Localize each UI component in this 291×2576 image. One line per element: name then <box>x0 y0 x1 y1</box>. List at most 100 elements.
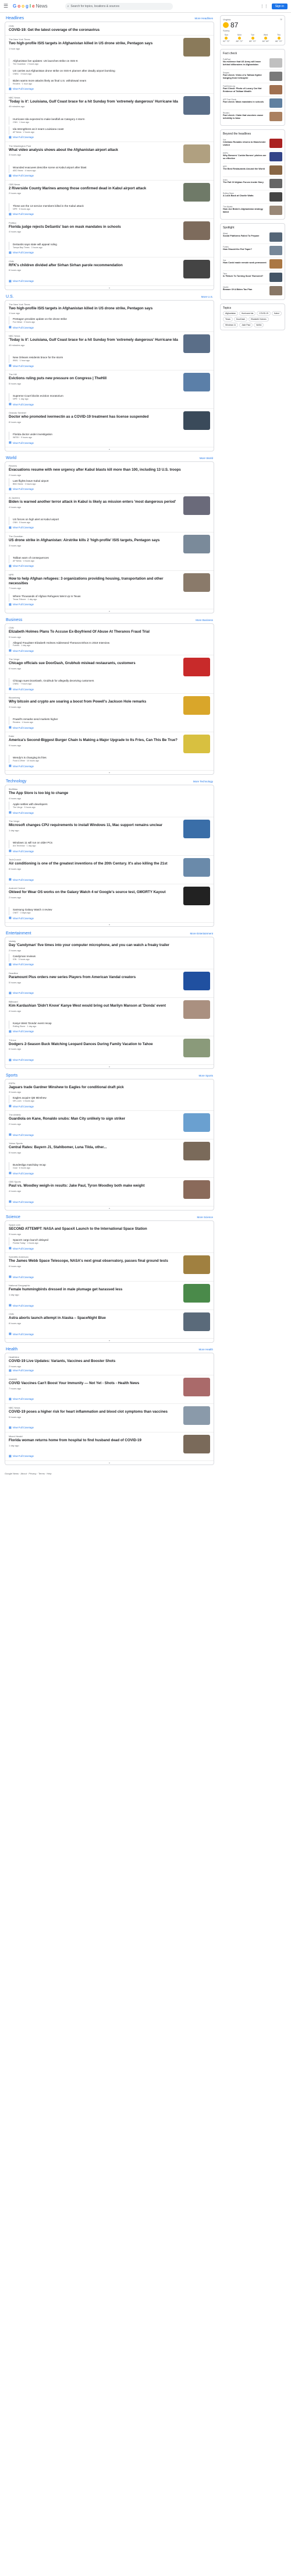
topic-chip[interactable]: DoorDash <box>233 317 248 322</box>
story-thumbnail[interactable] <box>183 1377 210 1396</box>
story-source[interactable]: The Verge <box>9 820 180 823</box>
weather-unit[interactable]: °F <box>280 18 282 21</box>
full-coverage-label[interactable]: View Full Coverage <box>13 1058 34 1061</box>
side-item-thumbnail[interactable] <box>269 152 282 161</box>
full-coverage-label[interactable]: View Full Coverage <box>13 1276 34 1279</box>
story-thumbnail[interactable] <box>183 573 210 592</box>
story-card[interactable]: CNN Astra aborts launch attempt in Alaska… <box>5 1310 214 1339</box>
full-coverage-label[interactable]: View Full Coverage <box>13 1201 34 1204</box>
full-coverage-label[interactable]: View Full Coverage <box>13 917 34 920</box>
story-source[interactable]: CNN <box>9 626 210 629</box>
story-card[interactable]: The Guardian US drone strike in Afghanist… <box>5 532 214 571</box>
expand-chevron-icon[interactable]: ⌄ <box>5 923 214 926</box>
sub-story[interactable]: Bundesliga matchday recap Goal · 6 hours … <box>9 1162 210 1171</box>
story-headline[interactable]: Day 'Candyman' five times into your comp… <box>9 943 210 948</box>
story-source[interactable]: NBC News <box>9 1406 180 1409</box>
story-source[interactable]: CNN <box>9 260 180 263</box>
full-coverage-label[interactable]: View Full Coverage <box>13 1333 34 1336</box>
story-headline[interactable]: Chicago officials sue DoorDash, Grubhub … <box>9 661 180 666</box>
side-item-thumbnail[interactable] <box>269 112 282 121</box>
story-thumbnail[interactable] <box>183 334 210 354</box>
sub-story[interactable]: US carries out Afghanistan drone strike … <box>9 68 210 76</box>
logo[interactable]: Google News <box>13 3 48 9</box>
side-item[interactable]: ESPN Why Brewers' Corbin Burnes' pitches … <box>223 150 282 164</box>
topic-chip[interactable]: Kabul <box>271 311 282 316</box>
story-card[interactable]: The Hill Evictions ruling puts new pressu… <box>5 370 214 410</box>
side-item[interactable]: Forbes How Should the Fed Taper? <box>223 244 282 257</box>
full-coverage-label[interactable]: View Full Coverage <box>13 174 34 177</box>
side-item-headline[interactable]: No evidence that US Army will leave behi… <box>223 61 268 66</box>
story-source[interactable]: The New York Times <box>9 303 210 306</box>
story-headline[interactable]: 'Today is it': Louisiana, Gulf Coast bra… <box>9 100 180 104</box>
story-card[interactable]: CNN COVID-19: Get the latest coverage of … <box>5 22 214 36</box>
full-coverage-link[interactable]: ▦ View Full Coverage <box>9 1133 210 1137</box>
story-headline[interactable]: Jaguars trade Gardner Minshew to Eagles … <box>9 1085 210 1090</box>
story-source[interactable]: TVLine <box>9 1039 180 1042</box>
story-headline[interactable]: SECOND ATTEMPT: NASA and SpaceX Launch t… <box>9 1227 210 1231</box>
full-coverage-link[interactable]: ▦ View Full Coverage <box>9 811 210 814</box>
story-thumbnail[interactable] <box>183 858 210 877</box>
side-item-headline[interactable]: Is 'Return To Turning Soon' Rumored? <box>223 275 268 278</box>
story-source[interactable]: CNN <box>9 24 210 27</box>
full-coverage-link[interactable]: ▦ View Full Coverage <box>9 1455 210 1458</box>
full-coverage-label[interactable]: View Full Coverage <box>13 726 34 729</box>
story-source[interactable]: Android Central <box>9 887 180 890</box>
full-coverage-label[interactable]: View Full Coverage <box>13 213 34 216</box>
sub-story[interactable]: Windows 11 will run on older PCs Ars Tech… <box>9 840 210 849</box>
full-coverage-label[interactable]: View Full Coverage <box>13 1172 34 1175</box>
full-coverage-link[interactable]: ▦ View Full Coverage <box>9 1247 210 1250</box>
full-coverage-link[interactable]: ▦ View Full Coverage <box>9 764 210 768</box>
story-thumbnail[interactable] <box>183 96 210 115</box>
full-coverage-label[interactable]: View Full Coverage <box>13 1105 34 1108</box>
sub-story[interactable]: Afghanistan live updates: US launches st… <box>9 58 210 66</box>
story-source[interactable]: Deadline <box>9 972 180 975</box>
story-source[interactable]: Space.com <box>9 1223 210 1226</box>
full-coverage-link[interactable]: ▦ View Full Coverage <box>9 280 210 283</box>
full-coverage-link[interactable]: ▦ View Full Coverage <box>9 849 210 853</box>
story-card[interactable]: Bloomberg Why bitcoin and crypto are soar… <box>5 694 214 733</box>
story-headline[interactable]: The James Webb Space Telescope, NASA's n… <box>9 1259 180 1264</box>
topic-chip[interactable]: Windows 11 <box>223 323 239 327</box>
story-card[interactable]: Android Central Okteed for Wear OS works … <box>5 884 214 923</box>
side-item-headline[interactable]: Cristiano Ronaldo returns to Manchester … <box>223 141 268 147</box>
section-more-link[interactable]: More Headlines <box>194 17 213 20</box>
sub-story[interactable]: Last flights leave Kabul airport BBC News… <box>9 478 210 486</box>
story-source[interactable]: ESPN <box>9 1082 210 1085</box>
side-item[interactable]: FactCheck.org Fact Check: Photo of Luxury… <box>223 83 282 97</box>
sub-story[interactable]: Wounded evacuees describe scene at Kabul… <box>9 164 210 173</box>
side-item-thumbnail[interactable] <box>269 259 282 269</box>
full-coverage-link[interactable]: ▦ View Full Coverage <box>9 1171 210 1175</box>
story-headline[interactable]: 'Today is it': Louisiana, Gulf Coast bra… <box>9 338 180 343</box>
topic-chip[interactable]: Texas <box>223 317 233 322</box>
side-item[interactable]: Snopes Fact check: Video of a Taliban fig… <box>223 70 282 83</box>
side-item-thumbnail[interactable] <box>269 192 282 202</box>
full-coverage-label[interactable]: View Full Coverage <box>13 251 34 254</box>
side-item-headline[interactable]: Social Platforms Failed To Prepare <box>223 235 268 238</box>
full-coverage-link[interactable]: ▦ View Full Coverage <box>9 213 210 216</box>
full-coverage-label[interactable]: View Full Coverage <box>13 280 34 283</box>
story-thumbnail[interactable] <box>183 1312 210 1332</box>
topic-chip[interactable]: NASA <box>254 323 264 327</box>
section-title[interactable]: Entertainment <box>6 931 31 936</box>
story-thumbnail[interactable] <box>183 820 210 839</box>
full-coverage-label[interactable]: View Full Coverage <box>13 1455 34 1458</box>
sub-story[interactable]: SpaceX cargo launch delayed Florida Today… <box>9 1237 210 1246</box>
sub-story[interactable]: Eagles acquire QB Minshew NFL.com · 4 hou… <box>9 1095 210 1104</box>
side-item[interactable]: NPR The Best Restaurants Around the World <box>223 164 282 177</box>
story-headline[interactable]: Biden is warned another terror attack in… <box>9 500 180 504</box>
full-coverage-link[interactable]: ▦ View Full Coverage <box>9 488 210 491</box>
story-source[interactable]: Healthline <box>9 1356 210 1358</box>
full-coverage-label[interactable]: View Full Coverage <box>13 564 34 567</box>
topic-chip[interactable]: Afghanistan <box>223 311 238 316</box>
full-coverage-link[interactable]: ▦ View Full Coverage <box>9 991 210 995</box>
story-headline[interactable]: Evacuations resume with new urgency afte… <box>9 468 210 472</box>
side-item-thumbnail[interactable] <box>269 58 282 68</box>
story-card[interactable]: The Verge Chicago officials sue DoorDash,… <box>5 655 214 694</box>
full-coverage-label[interactable]: View Full Coverage <box>13 87 34 90</box>
full-coverage-label[interactable]: View Full Coverage <box>13 650 34 652</box>
apps-icon[interactable]: ⋮⋮ <box>260 4 268 9</box>
full-coverage-link[interactable]: ▦ View Full Coverage <box>9 1030 210 1033</box>
story-card[interactable]: Orlando Sentinel Doctor who promoted iver… <box>5 409 214 448</box>
story-headline[interactable]: COVID-19: Get the latest coverage of the… <box>9 28 210 33</box>
side-item-thumbnail[interactable] <box>269 232 282 242</box>
